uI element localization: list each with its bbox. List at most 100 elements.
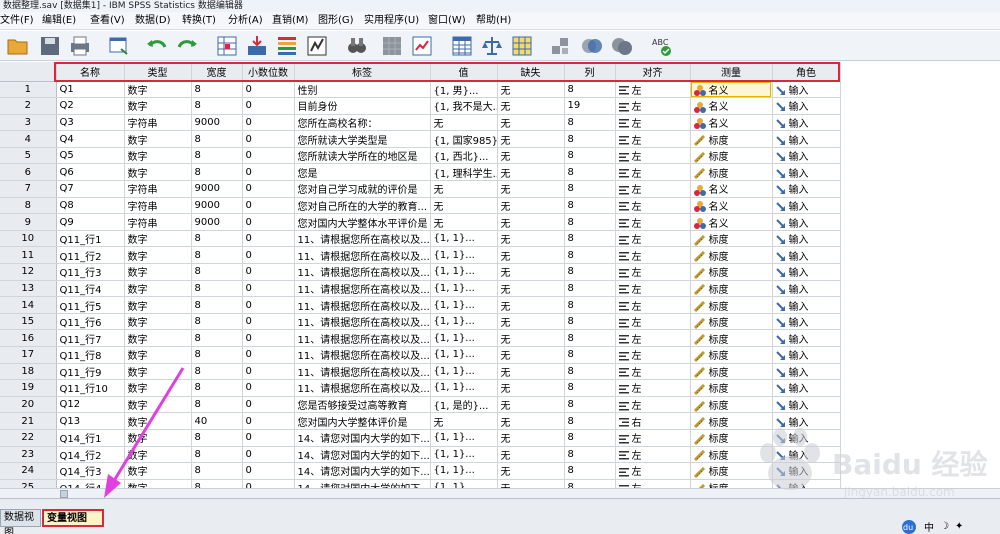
- cell-values[interactable]: {1, 1}...: [430, 280, 498, 298]
- column-header-align[interactable]: 对齐: [615, 62, 691, 82]
- cell-label[interactable]: 11、请根据您所在高校以及...: [294, 246, 431, 265]
- cell-measure[interactable]: 标度: [690, 363, 773, 381]
- settings-icon[interactable]: ✦: [955, 521, 963, 532]
- cell-name[interactable]: Q5: [56, 147, 125, 165]
- cell-width[interactable]: 8: [191, 313, 243, 331]
- cell-decimals[interactable]: 0: [242, 396, 295, 414]
- cell-columns[interactable]: 8: [564, 479, 616, 488]
- cell-type[interactable]: 字符串: [124, 180, 192, 198]
- cell-align[interactable]: 左: [615, 180, 691, 198]
- cell-name[interactable]: Q9: [56, 213, 125, 231]
- cell-decimals[interactable]: 0: [242, 446, 295, 464]
- cell-missing[interactable]: 无: [497, 97, 565, 115]
- cell-type[interactable]: 数字: [124, 246, 192, 265]
- menu-item-8[interactable]: 实用程序(U): [364, 12, 419, 30]
- cell-measure[interactable]: 名义: [690, 197, 773, 215]
- cell-columns[interactable]: 8: [564, 246, 616, 265]
- cell-missing[interactable]: 无: [497, 81, 565, 99]
- row-number[interactable]: 7: [0, 180, 57, 198]
- cell-role[interactable]: 输入: [772, 81, 841, 99]
- cell-align[interactable]: 左: [615, 147, 691, 165]
- cell-width[interactable]: 9000: [191, 197, 243, 215]
- row-number[interactable]: 16: [0, 329, 57, 347]
- cell-missing[interactable]: 无: [497, 280, 565, 298]
- cell-type[interactable]: 数字: [124, 130, 192, 148]
- cell-type[interactable]: 字符串: [124, 197, 192, 215]
- cell-role[interactable]: 输入: [772, 296, 841, 314]
- column-header-columns[interactable]: 列: [564, 62, 616, 82]
- cell-values[interactable]: {1, 理科学生...: [430, 163, 498, 182]
- cell-columns[interactable]: 8: [564, 230, 616, 248]
- cell-label[interactable]: 您所就读大学所在的地区是: [294, 147, 431, 165]
- cell-align[interactable]: 左: [615, 346, 691, 364]
- cell-columns[interactable]: 8: [564, 280, 616, 298]
- recall-dialog-icon[interactable]: [107, 34, 131, 58]
- cell-missing[interactable]: 无: [497, 296, 565, 314]
- cell-decimals[interactable]: 0: [242, 429, 295, 447]
- row-number[interactable]: 5: [0, 147, 57, 165]
- cell-align[interactable]: 左: [615, 81, 691, 99]
- cell-values[interactable]: {1, 1}...: [430, 379, 498, 397]
- column-header-values[interactable]: 值: [430, 62, 498, 82]
- cell-values[interactable]: {1, 1}...: [430, 246, 498, 265]
- ime-indicator[interactable]: 中: [924, 519, 934, 534]
- cell-columns[interactable]: 8: [564, 429, 616, 447]
- cell-measure[interactable]: 标度: [690, 263, 773, 281]
- cell-columns[interactable]: 8: [564, 296, 616, 314]
- cell-decimals[interactable]: 0: [242, 412, 295, 430]
- cell-name[interactable]: Q4: [56, 130, 125, 148]
- cell-measure[interactable]: 标度: [690, 429, 773, 447]
- row-number[interactable]: 23: [0, 446, 57, 464]
- cell-missing[interactable]: 无: [497, 429, 565, 447]
- select-cases-icon[interactable]: [510, 34, 534, 58]
- cell-values[interactable]: 无: [430, 412, 498, 430]
- row-number[interactable]: 25: [0, 479, 57, 488]
- cell-align[interactable]: 左: [615, 429, 691, 447]
- cell-label[interactable]: 您对自己所在的大学的教育...: [294, 197, 431, 215]
- cell-missing[interactable]: 无: [497, 462, 565, 480]
- cell-values[interactable]: {1, 1}...: [430, 230, 498, 248]
- cell-values[interactable]: {1, 1}...: [430, 446, 498, 464]
- cell-align[interactable]: 左: [615, 296, 691, 314]
- cell-type[interactable]: 数字: [124, 346, 192, 364]
- cell-width[interactable]: 8: [191, 147, 243, 165]
- cell-missing[interactable]: 无: [497, 130, 565, 148]
- row-number[interactable]: 22: [0, 429, 57, 447]
- cell-decimals[interactable]: 0: [242, 462, 295, 480]
- cell-missing[interactable]: 无: [497, 197, 565, 215]
- menu-item-7[interactable]: 图形(G): [318, 12, 354, 30]
- cell-measure[interactable]: 标度: [690, 396, 773, 414]
- goto-variable-icon[interactable]: [245, 34, 269, 58]
- cell-role[interactable]: 输入: [772, 197, 841, 215]
- cell-type[interactable]: 数字: [124, 412, 192, 430]
- cell-role[interactable]: 输入: [772, 130, 841, 148]
- cell-width[interactable]: 9000: [191, 180, 243, 198]
- cell-label[interactable]: 您是否够接受过高等教育: [294, 396, 431, 414]
- cell-missing[interactable]: 无: [497, 363, 565, 381]
- row-number[interactable]: 21: [0, 412, 57, 430]
- cell-measure[interactable]: 标度: [690, 147, 773, 165]
- cell-width[interactable]: 8: [191, 97, 243, 115]
- cell-align[interactable]: 左: [615, 114, 691, 132]
- redo-icon[interactable]: [175, 34, 199, 58]
- cell-values[interactable]: {1, 1}...: [430, 479, 498, 488]
- cell-width[interactable]: 8: [191, 280, 243, 298]
- save-icon[interactable]: [38, 34, 62, 58]
- cell-type[interactable]: 数字: [124, 479, 192, 488]
- cell-missing[interactable]: 无: [497, 263, 565, 281]
- row-number[interactable]: 1: [0, 81, 57, 99]
- cell-columns[interactable]: 8: [564, 329, 616, 347]
- cell-width[interactable]: 8: [191, 346, 243, 364]
- find-icon[interactable]: [345, 34, 369, 58]
- row-number[interactable]: 3: [0, 114, 57, 132]
- cell-align[interactable]: 左: [615, 479, 691, 488]
- cell-type[interactable]: 数字: [124, 446, 192, 464]
- cell-values[interactable]: {1, 1}...: [430, 329, 498, 347]
- insert-cases-icon[interactable]: [380, 34, 404, 58]
- cell-type[interactable]: 数字: [124, 263, 192, 281]
- column-header-role[interactable]: 角色: [772, 62, 841, 82]
- cell-missing[interactable]: 无: [497, 446, 565, 464]
- cell-label[interactable]: 性别: [294, 81, 431, 99]
- cell-decimals[interactable]: 0: [242, 296, 295, 314]
- cell-missing[interactable]: 无: [497, 479, 565, 488]
